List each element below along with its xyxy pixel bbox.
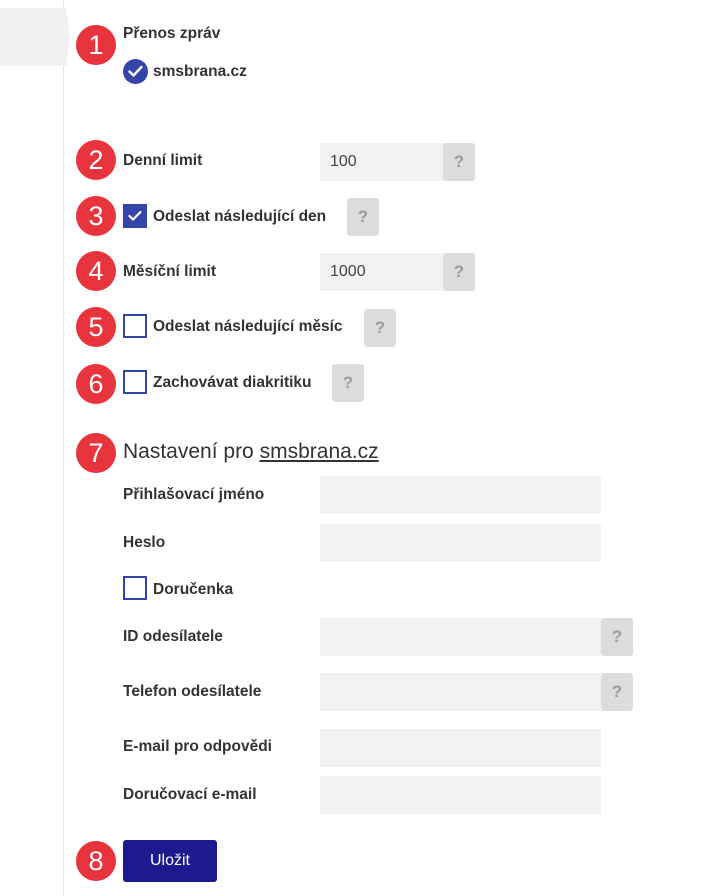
password-input[interactable] bbox=[320, 524, 601, 562]
keep-diacritics-checkbox[interactable] bbox=[123, 370, 147, 394]
login-label: Přihlašovací jméno bbox=[123, 486, 265, 503]
step-badge-5: 5 bbox=[76, 307, 116, 347]
monthly-limit-input[interactable] bbox=[320, 253, 443, 291]
provider-selected-icon[interactable] bbox=[123, 59, 148, 84]
send-next-month-label[interactable]: Odeslat následující měsíc bbox=[153, 318, 343, 336]
sender-id-help-button[interactable]: ? bbox=[601, 618, 633, 656]
step-badge-1: 1 bbox=[76, 25, 116, 65]
daily-limit-input[interactable] bbox=[320, 143, 443, 181]
sender-id-label: ID odesílatele bbox=[123, 628, 223, 645]
provider-settings-title: Nastavení pro smsbrana.cz bbox=[123, 440, 379, 464]
provider-settings-title-prefix: Nastavení pro bbox=[123, 440, 254, 463]
sender-phone-label: Telefon odesílatele bbox=[123, 683, 262, 700]
sidebar-active-tab[interactable] bbox=[0, 8, 70, 66]
send-next-month-help-button[interactable]: ? bbox=[364, 309, 396, 347]
send-next-month-checkbox[interactable] bbox=[123, 314, 147, 338]
password-label: Heslo bbox=[123, 534, 166, 551]
sender-phone-input[interactable] bbox=[320, 673, 601, 711]
step-badge-4: 4 bbox=[76, 251, 116, 291]
transfer-title: Přenos zpráv bbox=[123, 25, 221, 42]
delivery-email-label: Doručovací e-mail bbox=[123, 786, 257, 803]
provider-label[interactable]: smsbrana.cz bbox=[153, 63, 247, 81]
step-badge-7: 7 bbox=[76, 433, 116, 473]
delivery-receipt-checkbox[interactable] bbox=[123, 576, 147, 600]
daily-limit-help-button[interactable]: ? bbox=[443, 143, 475, 181]
send-next-day-help-button[interactable]: ? bbox=[347, 198, 379, 236]
login-input[interactable] bbox=[320, 476, 601, 514]
keep-diacritics-label[interactable]: Zachovávat diakritiku bbox=[153, 374, 312, 392]
monthly-limit-help-button[interactable]: ? bbox=[443, 253, 475, 291]
reply-email-label: E-mail pro odpovědi bbox=[123, 738, 272, 755]
step-badge-6: 6 bbox=[76, 364, 116, 404]
sidebar-divider-top bbox=[63, 0, 64, 8]
sidebar-divider bbox=[63, 66, 64, 896]
delivery-email-input[interactable] bbox=[320, 776, 601, 814]
reply-email-input[interactable] bbox=[320, 729, 601, 767]
step-badge-2: 2 bbox=[76, 140, 116, 180]
keep-diacritics-help-button[interactable]: ? bbox=[332, 364, 364, 402]
step-badge-3: 3 bbox=[76, 196, 116, 236]
daily-limit-label: Denní limit bbox=[123, 152, 203, 169]
step-badge-8: 8 bbox=[76, 841, 116, 881]
delivery-receipt-label[interactable]: Doručenka bbox=[153, 581, 233, 599]
send-next-day-checkbox[interactable] bbox=[123, 204, 147, 228]
sender-id-input[interactable] bbox=[320, 618, 601, 656]
save-button[interactable]: Uložit bbox=[123, 840, 217, 882]
sender-phone-help-button[interactable]: ? bbox=[601, 673, 633, 711]
send-next-day-label[interactable]: Odeslat následující den bbox=[153, 208, 326, 226]
provider-settings-link[interactable]: smsbrana.cz bbox=[260, 440, 379, 463]
monthly-limit-label: Měsíční limit bbox=[123, 263, 217, 280]
